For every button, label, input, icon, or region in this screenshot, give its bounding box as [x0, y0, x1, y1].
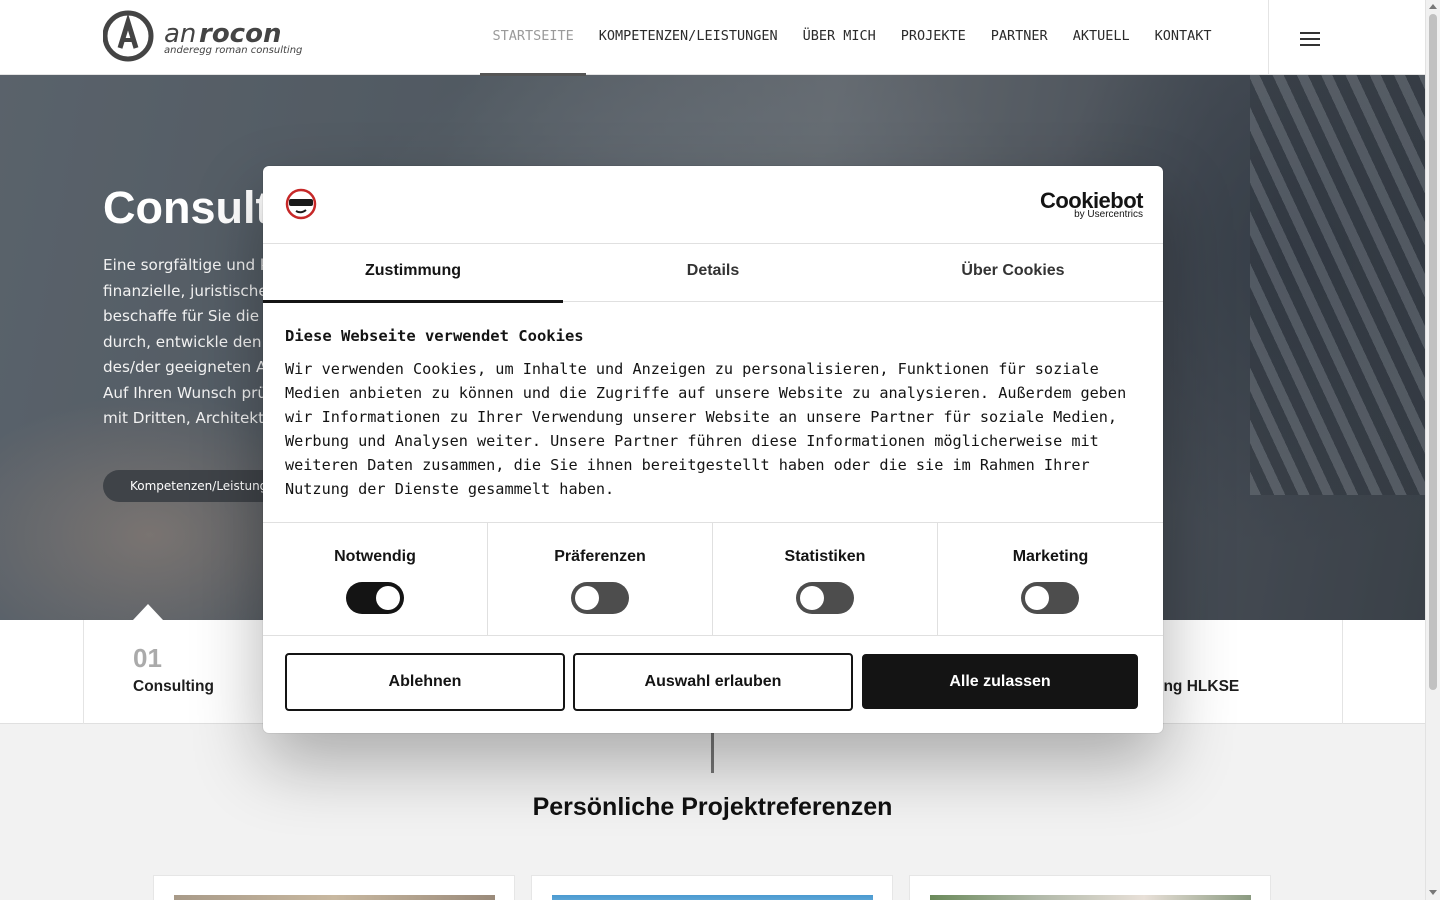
cookie-category-label: Präferenzen — [554, 548, 646, 565]
cookie-dialog-title: Diese Webseite verwendet Cookies — [285, 327, 584, 345]
page: an rocon anderegg roman consulting START… — [0, 0, 1440, 900]
cookie-category-marketing: Marketing — [938, 523, 1163, 636]
tab-ueber-cookies[interactable]: Über Cookies — [863, 244, 1163, 302]
allow-all-button[interactable]: Alle zulassen — [862, 654, 1138, 709]
allow-selection-button[interactable]: Auswahl erlauben — [573, 653, 853, 711]
cookie-dialog-body: Diese Webseite verwendet Cookies Wir ver… — [285, 327, 1141, 501]
toggle-notwendig[interactable] — [346, 582, 404, 614]
toggle-marketing[interactable] — [1021, 582, 1079, 614]
cookie-category-label: Notwendig — [334, 548, 416, 565]
scroll-up-icon[interactable] — [1429, 4, 1437, 9]
toggle-praeferenzen[interactable] — [571, 582, 629, 614]
cookie-category-label: Statistiken — [784, 548, 866, 565]
scroll-down-icon[interactable] — [1429, 890, 1437, 895]
cookie-dialog-header: Cookiebot by Usercentrics — [263, 166, 1163, 244]
cookie-consent-dialog: Cookiebot by Usercentrics Zustimmung Det… — [263, 166, 1163, 733]
cookiebot-logo[interactable]: Cookiebot by Usercentrics — [1037, 188, 1144, 222]
cookie-category-statistiken: Statistiken — [713, 523, 938, 636]
scrollbar-thumb[interactable] — [1429, 14, 1437, 690]
tab-details[interactable]: Details — [563, 244, 863, 302]
tab-zustimmung[interactable]: Zustimmung — [263, 244, 563, 303]
cookiebot-logo-subtext: by Usercentrics — [1074, 209, 1143, 220]
toggle-statistiken[interactable] — [796, 582, 854, 614]
cookie-dialog-buttons: Ablehnen Auswahl erlauben Alle zulassen — [285, 653, 1141, 711]
cookie-category-praeferenzen: Präferenzen — [488, 523, 713, 636]
cookie-dialog-text: Wir verwenden Cookies, um Inhalte und An… — [285, 360, 1127, 498]
page-scrollbar[interactable] — [1425, 0, 1440, 900]
cookie-category-label: Marketing — [1012, 548, 1089, 565]
cookie-category-notwendig: Notwendig — [263, 523, 488, 636]
cookiebot-mascot-icon — [285, 188, 317, 220]
cookie-categories: Notwendig Präferenzen Statistiken Market… — [263, 522, 1163, 636]
cookie-dialog-tabs: Zustimmung Details Über Cookies — [263, 244, 1163, 303]
decline-button[interactable]: Ablehnen — [285, 653, 565, 711]
